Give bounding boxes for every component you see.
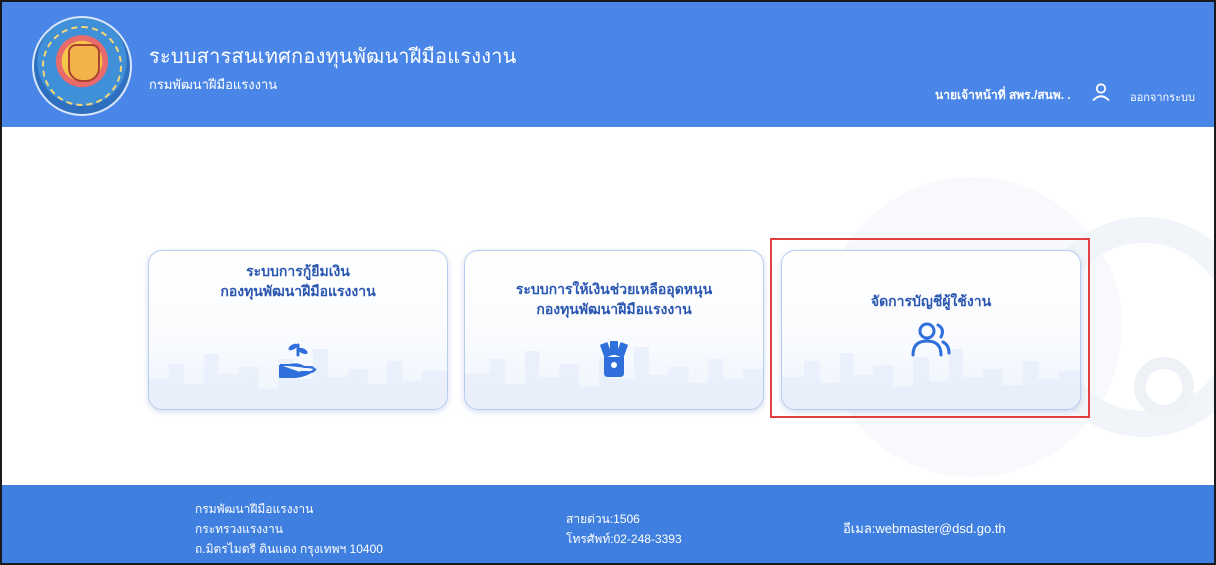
- background-gear-icon: [1134, 357, 1194, 417]
- page-frame: ระบบสารสนเทศกองทุนพัฒนาฝีมือแรงงาน กรมพั…: [0, 0, 1216, 565]
- card-title-line2: กองทุนพัฒนาฝีมือแรงงาน: [220, 283, 376, 299]
- footer-email[interactable]: อีเมล:webmaster@dsd.go.th: [843, 519, 1006, 539]
- user-icon[interactable]: [1091, 82, 1111, 102]
- footer-contact: สายด่วน:1506 โทรศัพท์:02-248-3393: [566, 509, 682, 549]
- loan-system-card[interactable]: ระบบการกู้ยืมเงิน กองทุนพัฒนาฝีมือแรงงาน: [148, 250, 448, 410]
- site-subtitle: กรมพัฒนาฝีมือแรงงาน: [149, 77, 278, 92]
- card-title-line2: กองทุนพัฒนาฝีมือแรงงาน: [536, 301, 692, 317]
- selection-highlight-box: [770, 238, 1090, 418]
- footer-bar: กรมพัฒนาฝีมือแรงงาน กระทรวงแรงงาน ถ.มิตร…: [2, 485, 1214, 563]
- logout-link[interactable]: ออกจากระบบ: [1130, 88, 1195, 106]
- site-title: ระบบสารสนเทศกองทุนพัฒนาฝีมือแรงงาน: [149, 46, 517, 68]
- current-user-name: นายเจ้าหน้าที่ สพร./สนพ. .: [935, 88, 1071, 102]
- hand-seedling-icon: [279, 343, 317, 378]
- subsidy-system-card[interactable]: ระบบการให้เงินช่วยเหลืออุดหนุน กองทุนพัฒ…: [464, 250, 764, 410]
- footer-phone: โทรศัพท์:02-248-3393: [566, 532, 682, 546]
- footer-hotline: สายด่วน:1506: [566, 512, 640, 526]
- card-title-line1: ระบบการให้เงินช่วยเหลืออุดหนุน: [515, 281, 713, 297]
- footer-org-name: กรมพัฒนาฝีมือแรงงาน: [195, 502, 314, 516]
- header-bar: ระบบสารสนเทศกองทุนพัฒนาฝีมือแรงงาน กรมพั…: [2, 2, 1214, 127]
- card-title-line1: ระบบการกู้ยืมเงิน: [246, 263, 350, 279]
- footer-ministry: กระทรวงแรงงาน: [195, 522, 283, 536]
- footer-street-address: ถ.มิตรไมตรี ดินแดง กรุงเทพฯ 10400: [195, 542, 383, 556]
- department-seal-logo: [32, 16, 132, 116]
- money-hand-icon: [600, 341, 628, 377]
- footer-address: กรมพัฒนาฝีมือแรงงาน กระทรวงแรงงาน ถ.มิตร…: [195, 499, 383, 559]
